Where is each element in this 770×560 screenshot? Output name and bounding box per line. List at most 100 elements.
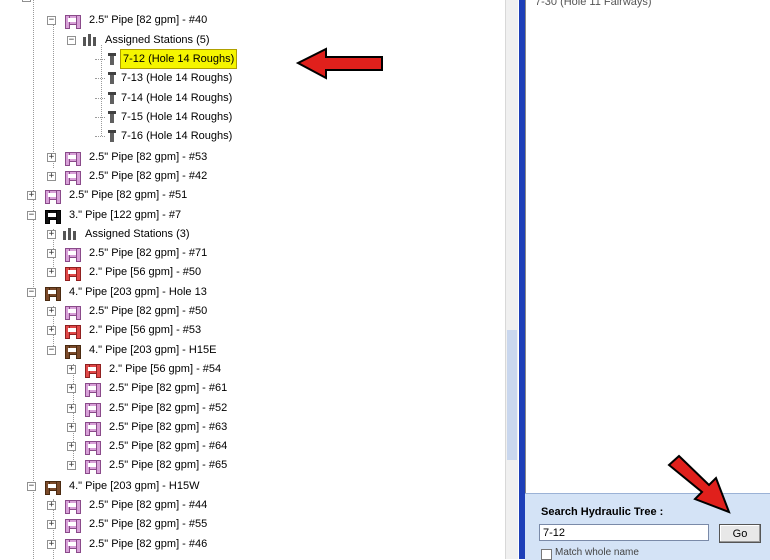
expander-plus-icon[interactable]: + xyxy=(47,268,56,277)
tree-connector xyxy=(95,117,105,118)
station-bar xyxy=(93,37,96,46)
expander-plus-icon[interactable]: + xyxy=(47,520,56,529)
tree-node-label: 4." Pipe [203 gpm] - H15E xyxy=(89,344,217,356)
pipe-pink-icon xyxy=(85,403,101,417)
sprinkler-station-icon xyxy=(108,92,116,104)
tree-node-label: 2.5" Pipe [82 gpm] - #55 xyxy=(89,518,208,530)
expander-plus-icon[interactable]: + xyxy=(67,365,76,374)
pipe-brown-icon xyxy=(45,481,61,495)
tree-node-label: 7-13 (Hole 14 Roughs) xyxy=(121,72,233,84)
expander-plus-icon[interactable]: + xyxy=(47,307,56,316)
tree-node-label: 7-15 (Hole 14 Roughs) xyxy=(121,111,233,123)
station-bar xyxy=(68,228,71,240)
expander-minus-icon[interactable]: − xyxy=(27,482,36,491)
right-panel-partial-item: 7-30 (Hole 11 Fairways) xyxy=(535,0,652,8)
pipe-icon-inner xyxy=(88,463,98,467)
pipe-pink-icon xyxy=(65,306,81,320)
pipe-red-icon xyxy=(65,325,81,339)
pipe-icon-inner xyxy=(68,174,78,178)
tree-connector xyxy=(95,59,105,60)
tree-node-label: 4." Pipe [203 gpm] - Hole 13 xyxy=(69,286,207,298)
pipe-icon-inner xyxy=(68,251,78,255)
tree-node-label: 2.5" Pipe [82 gpm] - #65 xyxy=(109,459,228,471)
tree-node-label: Assigned Stations (5) xyxy=(105,34,210,46)
expander-plus-icon[interactable]: + xyxy=(67,442,76,451)
tree-node-label: Assigned Stations (3) xyxy=(85,228,190,240)
search-title: Search Hydraulic Tree : xyxy=(541,506,664,518)
expander-plus-icon[interactable]: + xyxy=(67,423,76,432)
down-right-arrow-icon xyxy=(667,454,731,514)
pipe-pink-icon xyxy=(65,500,81,514)
tree-node-label: 2.5" Pipe [82 gpm] - #64 xyxy=(109,440,228,452)
expander-minus-icon[interactable]: − xyxy=(47,346,56,355)
match-whole-name-label: Match whole name xyxy=(555,547,639,558)
pipe-icon-inner xyxy=(68,18,78,22)
tree-node-label: 2.5" Pipe [82 gpm] - #42 xyxy=(89,170,208,182)
expander-plus-icon[interactable]: + xyxy=(67,384,76,393)
expander-plus-icon[interactable]: + xyxy=(67,404,76,413)
search-input[interactable] xyxy=(539,524,709,541)
tree-scrollbar[interactable] xyxy=(505,0,518,559)
pipe-icon-inner xyxy=(48,213,58,217)
pipe-pink-icon xyxy=(85,383,101,397)
tree-node-label: 2.5" Pipe [82 gpm] - #50 xyxy=(89,305,208,317)
expander-plus-icon[interactable]: + xyxy=(67,461,76,470)
assigned-stations-icon xyxy=(63,228,79,240)
expander-plus-icon[interactable]: + xyxy=(47,249,56,258)
station-bar xyxy=(88,34,91,46)
sprinkler-station-icon xyxy=(108,53,116,65)
pipe-red-icon xyxy=(85,364,101,378)
tree-node-label: 2.5" Pipe [82 gpm] - #40 xyxy=(89,14,208,26)
expander-minus-icon[interactable]: − xyxy=(47,16,56,25)
tree-node-label: 2." Pipe [56 gpm] - #50 xyxy=(89,266,202,278)
station-bar xyxy=(63,231,66,240)
pipe-brown-icon xyxy=(45,287,61,301)
expander-minus-icon[interactable]: − xyxy=(67,36,76,45)
expander-plus-icon[interactable]: + xyxy=(47,172,56,181)
tree-node-label: 2.5" Pipe [82 gpm] - #71 xyxy=(89,247,208,259)
pipe-pink-icon xyxy=(85,422,101,436)
pipe-icon-inner xyxy=(68,328,78,332)
tree-node-label: 2.5" Pipe [82 gpm] - #53 xyxy=(89,151,208,163)
tree-node-label: 2." Pipe [56 gpm] - #53 xyxy=(89,324,202,336)
station-bar xyxy=(73,231,76,240)
tree-node-label: 2.5" Pipe [82 gpm] - #51 xyxy=(69,189,188,201)
tree-guide-line xyxy=(53,18,54,168)
pipe-red-icon xyxy=(65,267,81,281)
pipe-brown-icon xyxy=(65,345,81,359)
pipe-icon-inner xyxy=(68,270,78,274)
pipe-icon-inner xyxy=(68,155,78,159)
expander-plus-icon[interactable]: + xyxy=(47,326,56,335)
expander-minus-icon[interactable]: − xyxy=(27,211,36,220)
tree-node-label: 7-14 (Hole 14 Roughs) xyxy=(121,92,233,104)
tree-guide-line xyxy=(33,0,34,559)
pipe-icon-inner xyxy=(68,542,78,546)
tree-node-label: 2.5" Pipe [82 gpm] - #46 xyxy=(89,538,208,550)
pipe-pink-icon xyxy=(65,152,81,166)
hydraulic-tree[interactable]: + − 2.5" Pipe [82 gpm] - #40 − Assigned Sta… xyxy=(0,0,505,559)
pipe-pink-icon xyxy=(85,441,101,455)
assigned-stations-icon xyxy=(83,34,99,46)
match-whole-name-checkbox[interactable] xyxy=(541,549,552,560)
expander-plus-icon[interactable]: + xyxy=(47,230,56,239)
expander-plus-icon[interactable]: + xyxy=(22,0,31,2)
station-bar xyxy=(83,37,86,46)
expander-plus-icon[interactable]: + xyxy=(47,501,56,510)
expander-plus-icon[interactable]: + xyxy=(47,153,56,162)
tree-node-label: 4." Pipe [203 gpm] - H15W xyxy=(69,480,200,492)
scrollbar-thumb[interactable] xyxy=(507,330,517,460)
sprinkler-station-icon xyxy=(108,111,116,123)
tree-node-label: 3." Pipe [122 gpm] - #7 xyxy=(69,209,182,221)
expander-plus-icon[interactable]: + xyxy=(27,191,36,200)
expander-minus-icon[interactable]: − xyxy=(27,288,36,297)
pipe-pink-icon xyxy=(65,171,81,185)
pipe-icon-inner xyxy=(68,309,78,313)
pipe-icon-inner xyxy=(48,193,58,197)
pipe-pink-icon xyxy=(85,460,101,474)
go-button[interactable]: Go xyxy=(719,524,761,543)
tree-node-label: 2.5" Pipe [82 gpm] - #61 xyxy=(109,382,228,394)
expander-plus-icon[interactable]: + xyxy=(47,540,56,549)
pipe-icon-inner xyxy=(68,503,78,507)
sprinkler-station-icon xyxy=(108,130,116,142)
sprinkler-station-icon xyxy=(108,72,116,84)
